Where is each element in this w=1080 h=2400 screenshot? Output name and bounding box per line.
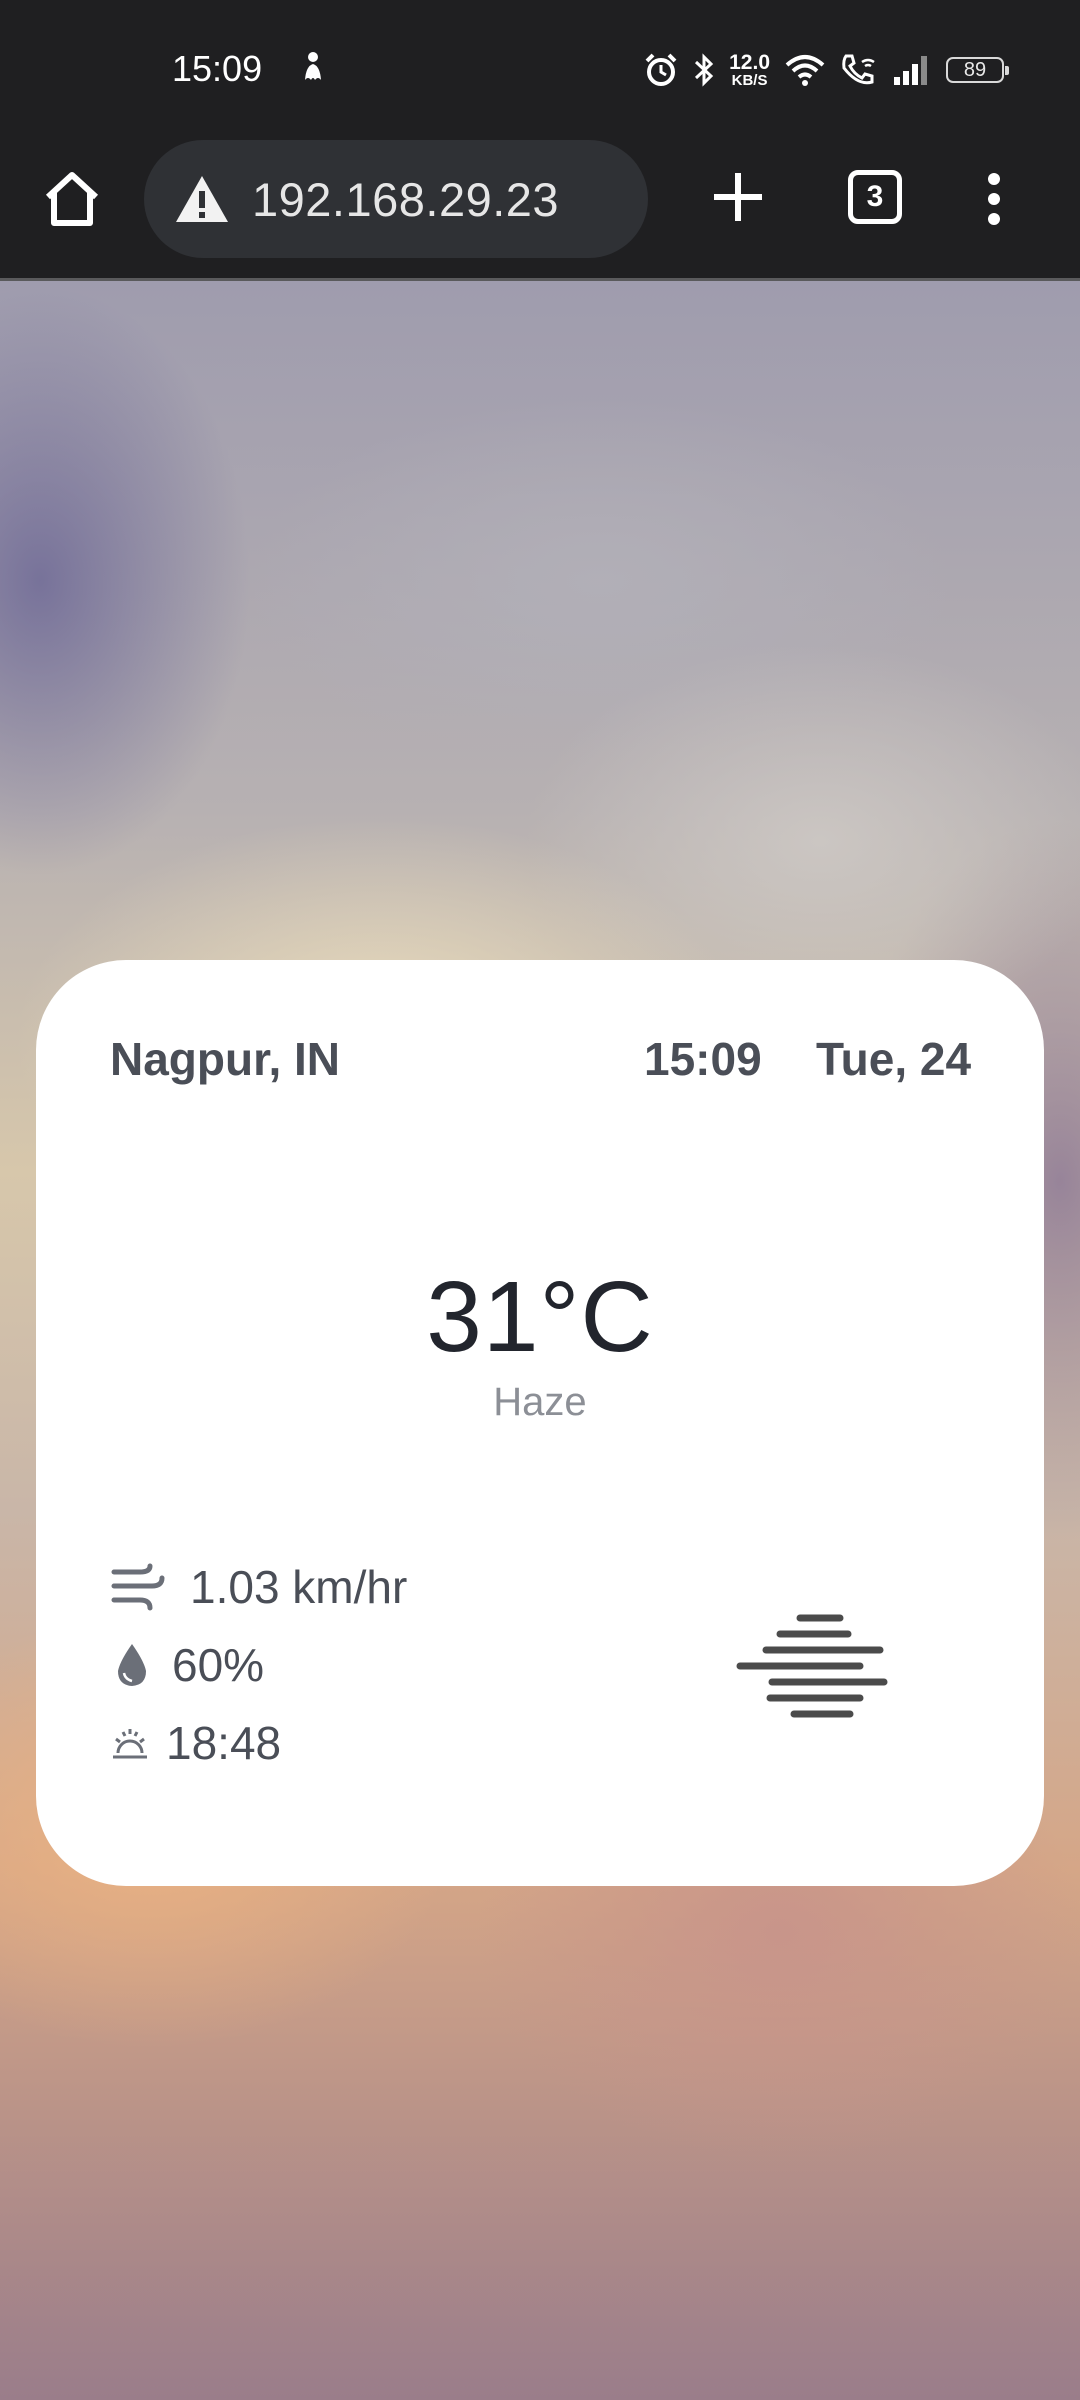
wind-speed: 1.03 km/hr — [190, 1561, 408, 1613]
home-icon — [45, 172, 99, 226]
notification-icon — [305, 52, 321, 80]
network-speed-value: 12.0 — [729, 51, 770, 74]
current-date: Tue, 24 — [816, 1033, 972, 1085]
home-button[interactable] — [38, 165, 106, 233]
weather-condition: Haze — [493, 1380, 587, 1424]
sunset-time: 18:48 — [166, 1717, 282, 1769]
url-bar[interactable]: 192.168.29.23 — [144, 140, 648, 258]
humidity-drop-icon — [118, 1644, 146, 1686]
battery-level: 89 — [963, 58, 987, 81]
signal-icon — [894, 56, 927, 85]
url-text[interactable]: 192.168.29.23 — [252, 172, 559, 227]
humidity-row: 60% — [110, 1638, 264, 1692]
status-bar: 15:09 12.0 KB/S 89 — [0, 0, 1080, 140]
network-speed-unit: KB/S — [731, 72, 768, 89]
wind-row: 1.03 km/hr — [110, 1560, 407, 1614]
battery-icon: 89 — [946, 57, 1009, 83]
tab-switcher-button[interactable]: 3 — [848, 170, 902, 224]
temperature: 31°C — [426, 1261, 654, 1373]
browser-toolbar: 192.168.29.23 3 — [0, 140, 1080, 278]
current-time: 15:09 — [644, 1033, 762, 1085]
sunset-icon — [113, 1729, 147, 1759]
weather-card: Nagpur, IN 15:09 Tue, 24 31°C Haze 1.03 … — [36, 960, 1044, 1886]
alarm-icon — [645, 53, 677, 86]
status-icons: 12.0 KB/S 89 — [643, 48, 1009, 92]
sunset-row: 18:48 — [110, 1716, 281, 1770]
warning-icon[interactable] — [174, 174, 230, 224]
more-menu-button[interactable] — [974, 164, 1014, 234]
network-speed: 12.0 KB/S — [729, 52, 770, 88]
wifi-call-icon — [842, 54, 875, 85]
location-label: Nagpur, IN — [110, 1033, 341, 1085]
humidity-value: 60% — [172, 1639, 265, 1691]
bluetooth-icon — [695, 53, 714, 87]
status-time: 15:09 — [172, 48, 263, 89]
plus-icon — [714, 173, 762, 221]
wind-icon — [111, 1563, 165, 1611]
haze-icon — [736, 1614, 888, 1718]
new-tab-button[interactable] — [704, 163, 772, 231]
wifi-icon — [785, 55, 825, 86]
more-vert-icon — [988, 173, 1000, 225]
tab-count: 3 — [866, 180, 884, 213]
